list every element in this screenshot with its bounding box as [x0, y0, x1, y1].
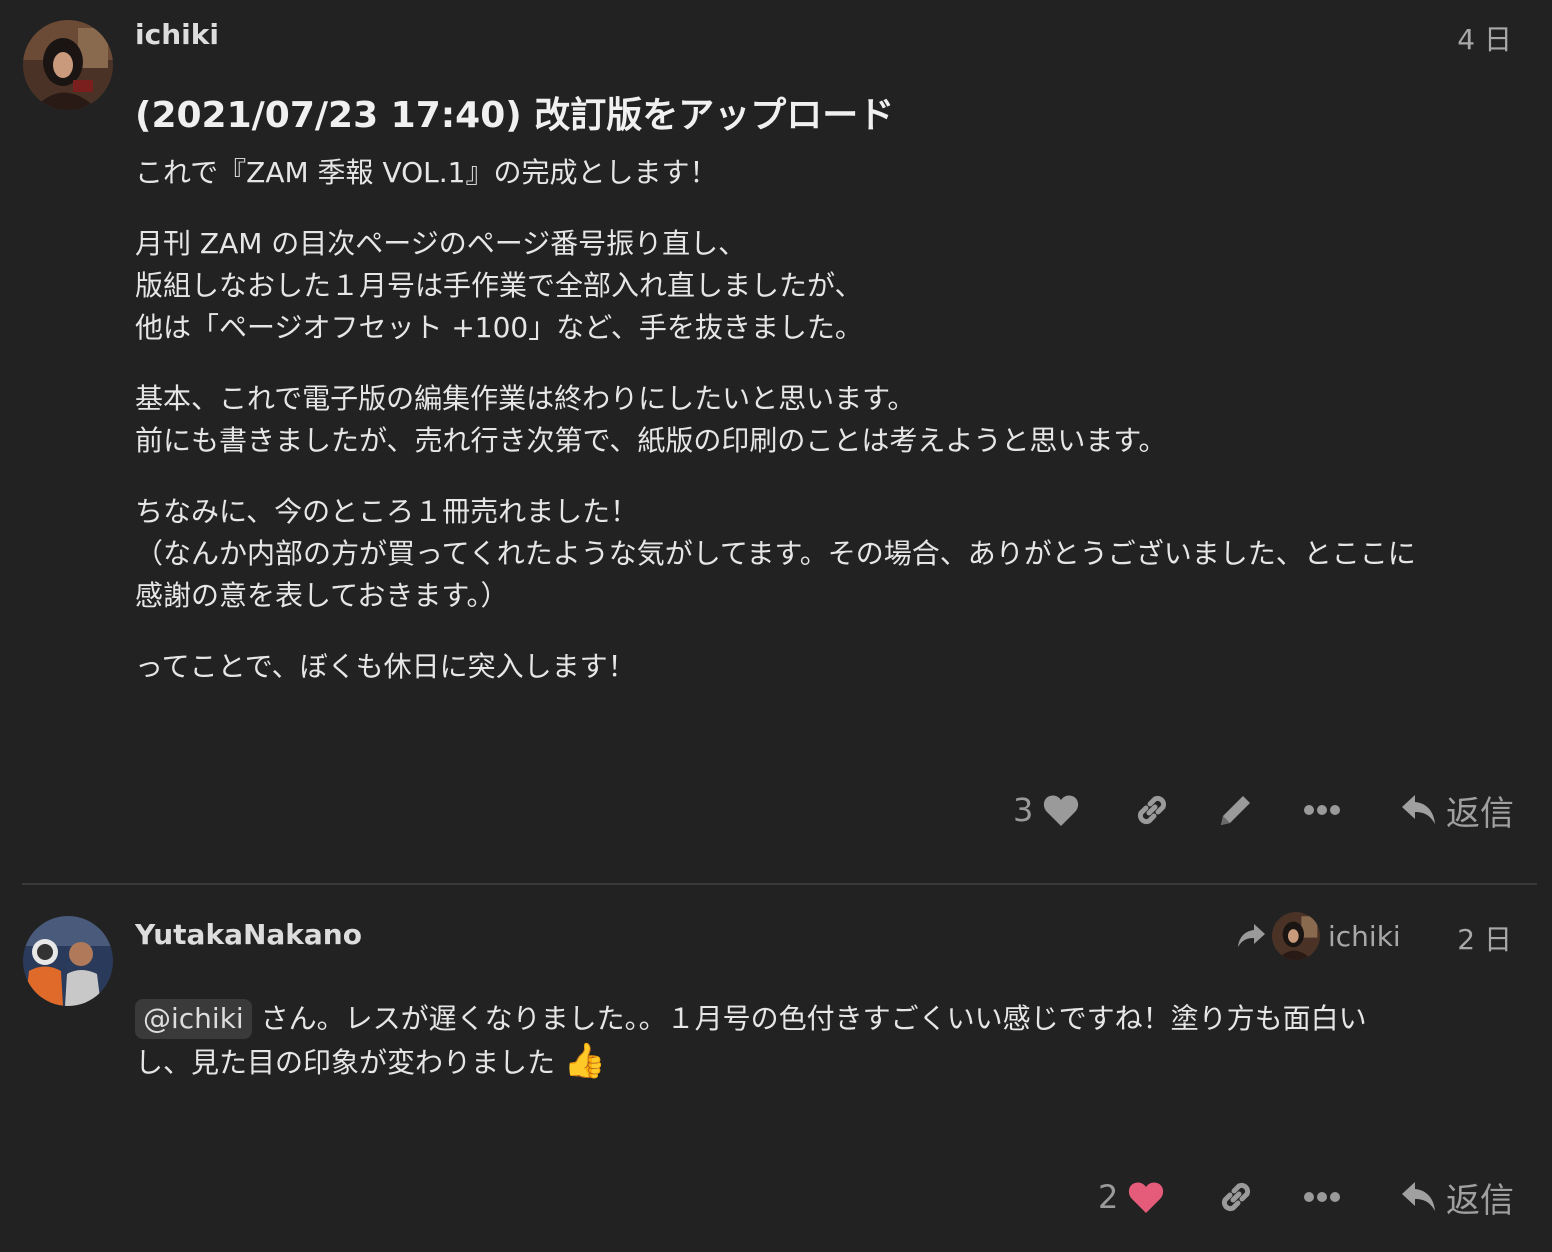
- reply-label: 返信: [1446, 793, 1514, 834]
- copy-link-button[interactable]: [1133, 785, 1171, 835]
- pencil-icon: [1221, 796, 1250, 825]
- reply-to-avatar: [1272, 912, 1320, 960]
- text-line: し、見た目の印象が変わりました 👍: [135, 1040, 1515, 1084]
- post-yutakanakano: YutakaNakano ichiki 2 日 @ichiki さん。レスが遅く…: [0, 886, 1552, 1252]
- post-date[interactable]: 2 日: [1457, 918, 1512, 958]
- text-span: し、見た目の印象が変わりました: [135, 1046, 556, 1079]
- post-actions: 2 返信: [0, 1172, 1552, 1222]
- text-line: @ichiki さん。レスが遅くなりました。。１月号の色付きすごくいい感じですね…: [135, 998, 1515, 1040]
- reply-icon: [1402, 795, 1435, 824]
- more-button[interactable]: [1303, 785, 1341, 835]
- paragraph: ちなみに、今のところ１冊売れました！ （なんか内部の方が買ってくれたような気がし…: [135, 491, 1515, 617]
- link-icon: [1221, 1182, 1251, 1212]
- post-actions: 3 返信: [0, 785, 1552, 835]
- like-button[interactable]: 2: [1098, 1172, 1164, 1222]
- text-line: ちなみに、今のところ１冊売れました！: [135, 495, 639, 528]
- text-line: これで『ZAM 季報 VOL.1』の完成とします！: [135, 156, 718, 189]
- reply-icon: [1402, 1182, 1435, 1211]
- copy-link-button[interactable]: [1217, 1172, 1255, 1222]
- post-ichiki: ichiki 4 日 (2021/07/23 17:40) 改訂版をアップロード…: [0, 0, 1552, 880]
- paragraph: 基本、これで電子版の編集作業は終わりにしたいと思います。 前にも書きましたが、売…: [135, 378, 1515, 462]
- reply-to-tab[interactable]: ichiki: [1236, 910, 1401, 962]
- edit-button[interactable]: [1217, 785, 1255, 835]
- post-username[interactable]: YutakaNakano: [135, 918, 362, 951]
- avatar[interactable]: [23, 916, 113, 1006]
- text-line: 基本、これで電子版の編集作業は終わりにしたいと思います。: [135, 382, 916, 415]
- text-line: 版組しなおした１月号は手作業で全部入れ直しましたが、: [135, 269, 863, 302]
- post-heading: (2021/07/23 17:40) 改訂版をアップロード: [135, 95, 895, 136]
- avatar-image: [23, 20, 113, 110]
- heart-icon: [1129, 1182, 1164, 1213]
- link-icon: [1137, 795, 1167, 825]
- like-count: 3: [1013, 791, 1034, 829]
- more-icon: [1304, 1192, 1340, 1202]
- paragraph: ってことで、ぼくも休日に突入します！: [135, 646, 1515, 688]
- text-line: 感謝の意を表しておきます。）: [135, 579, 509, 612]
- post-divider: [22, 883, 1537, 885]
- text-line: 前にも書きましたが、売れ行き次第で、紙版の印刷のことは考えようと思います。: [135, 424, 1167, 457]
- post-username[interactable]: ichiki: [135, 18, 219, 51]
- text-line: 月刊 ZAM の目次ページのページ番号振り直し、: [135, 227, 747, 260]
- reply-button[interactable]: 返信: [1400, 785, 1514, 835]
- paragraph: これで『ZAM 季報 VOL.1』の完成とします！: [135, 152, 1515, 194]
- share-arrow-icon: [1238, 924, 1265, 947]
- more-button[interactable]: [1303, 1172, 1341, 1222]
- text-line: 他は「ページオフセット +100」など、手を抜きました。: [135, 311, 863, 344]
- avatar[interactable]: [23, 20, 113, 110]
- paragraph: 月刊 ZAM の目次ページのページ番号振り直し、 版組しなおした１月号は手作業で…: [135, 223, 1515, 349]
- text-span: さん。レスが遅くなりました。。１月号の色付きすごくいい感じですね！塗り方も面白い: [251, 1002, 1367, 1035]
- more-icon: [1304, 805, 1340, 815]
- like-count: 2: [1098, 1178, 1119, 1216]
- avatar-image: [23, 916, 113, 1006]
- text-line: ってことで、ぼくも休日に突入します！: [135, 650, 636, 683]
- reply-to-username: ichiki: [1328, 919, 1401, 953]
- post-body: @ichiki さん。レスが遅くなりました。。１月号の色付きすごくいい感じですね…: [135, 998, 1515, 1084]
- reply-button[interactable]: 返信: [1400, 1172, 1514, 1222]
- like-button[interactable]: 3: [1013, 785, 1079, 835]
- mention-link[interactable]: @ichiki: [135, 999, 252, 1039]
- post-date[interactable]: 4 日: [1457, 18, 1512, 58]
- post-body: (2021/07/23 17:40) 改訂版をアップロード これで『ZAM 季報…: [135, 92, 1515, 717]
- heart-icon: [1044, 795, 1079, 826]
- thumbs-up-emoji: 👍: [563, 1041, 607, 1081]
- reply-label: 返信: [1446, 1180, 1514, 1221]
- text-line: （なんか内部の方が買ってくれたような気がしてます。その場合、ありがとうございまし…: [135, 537, 1416, 570]
